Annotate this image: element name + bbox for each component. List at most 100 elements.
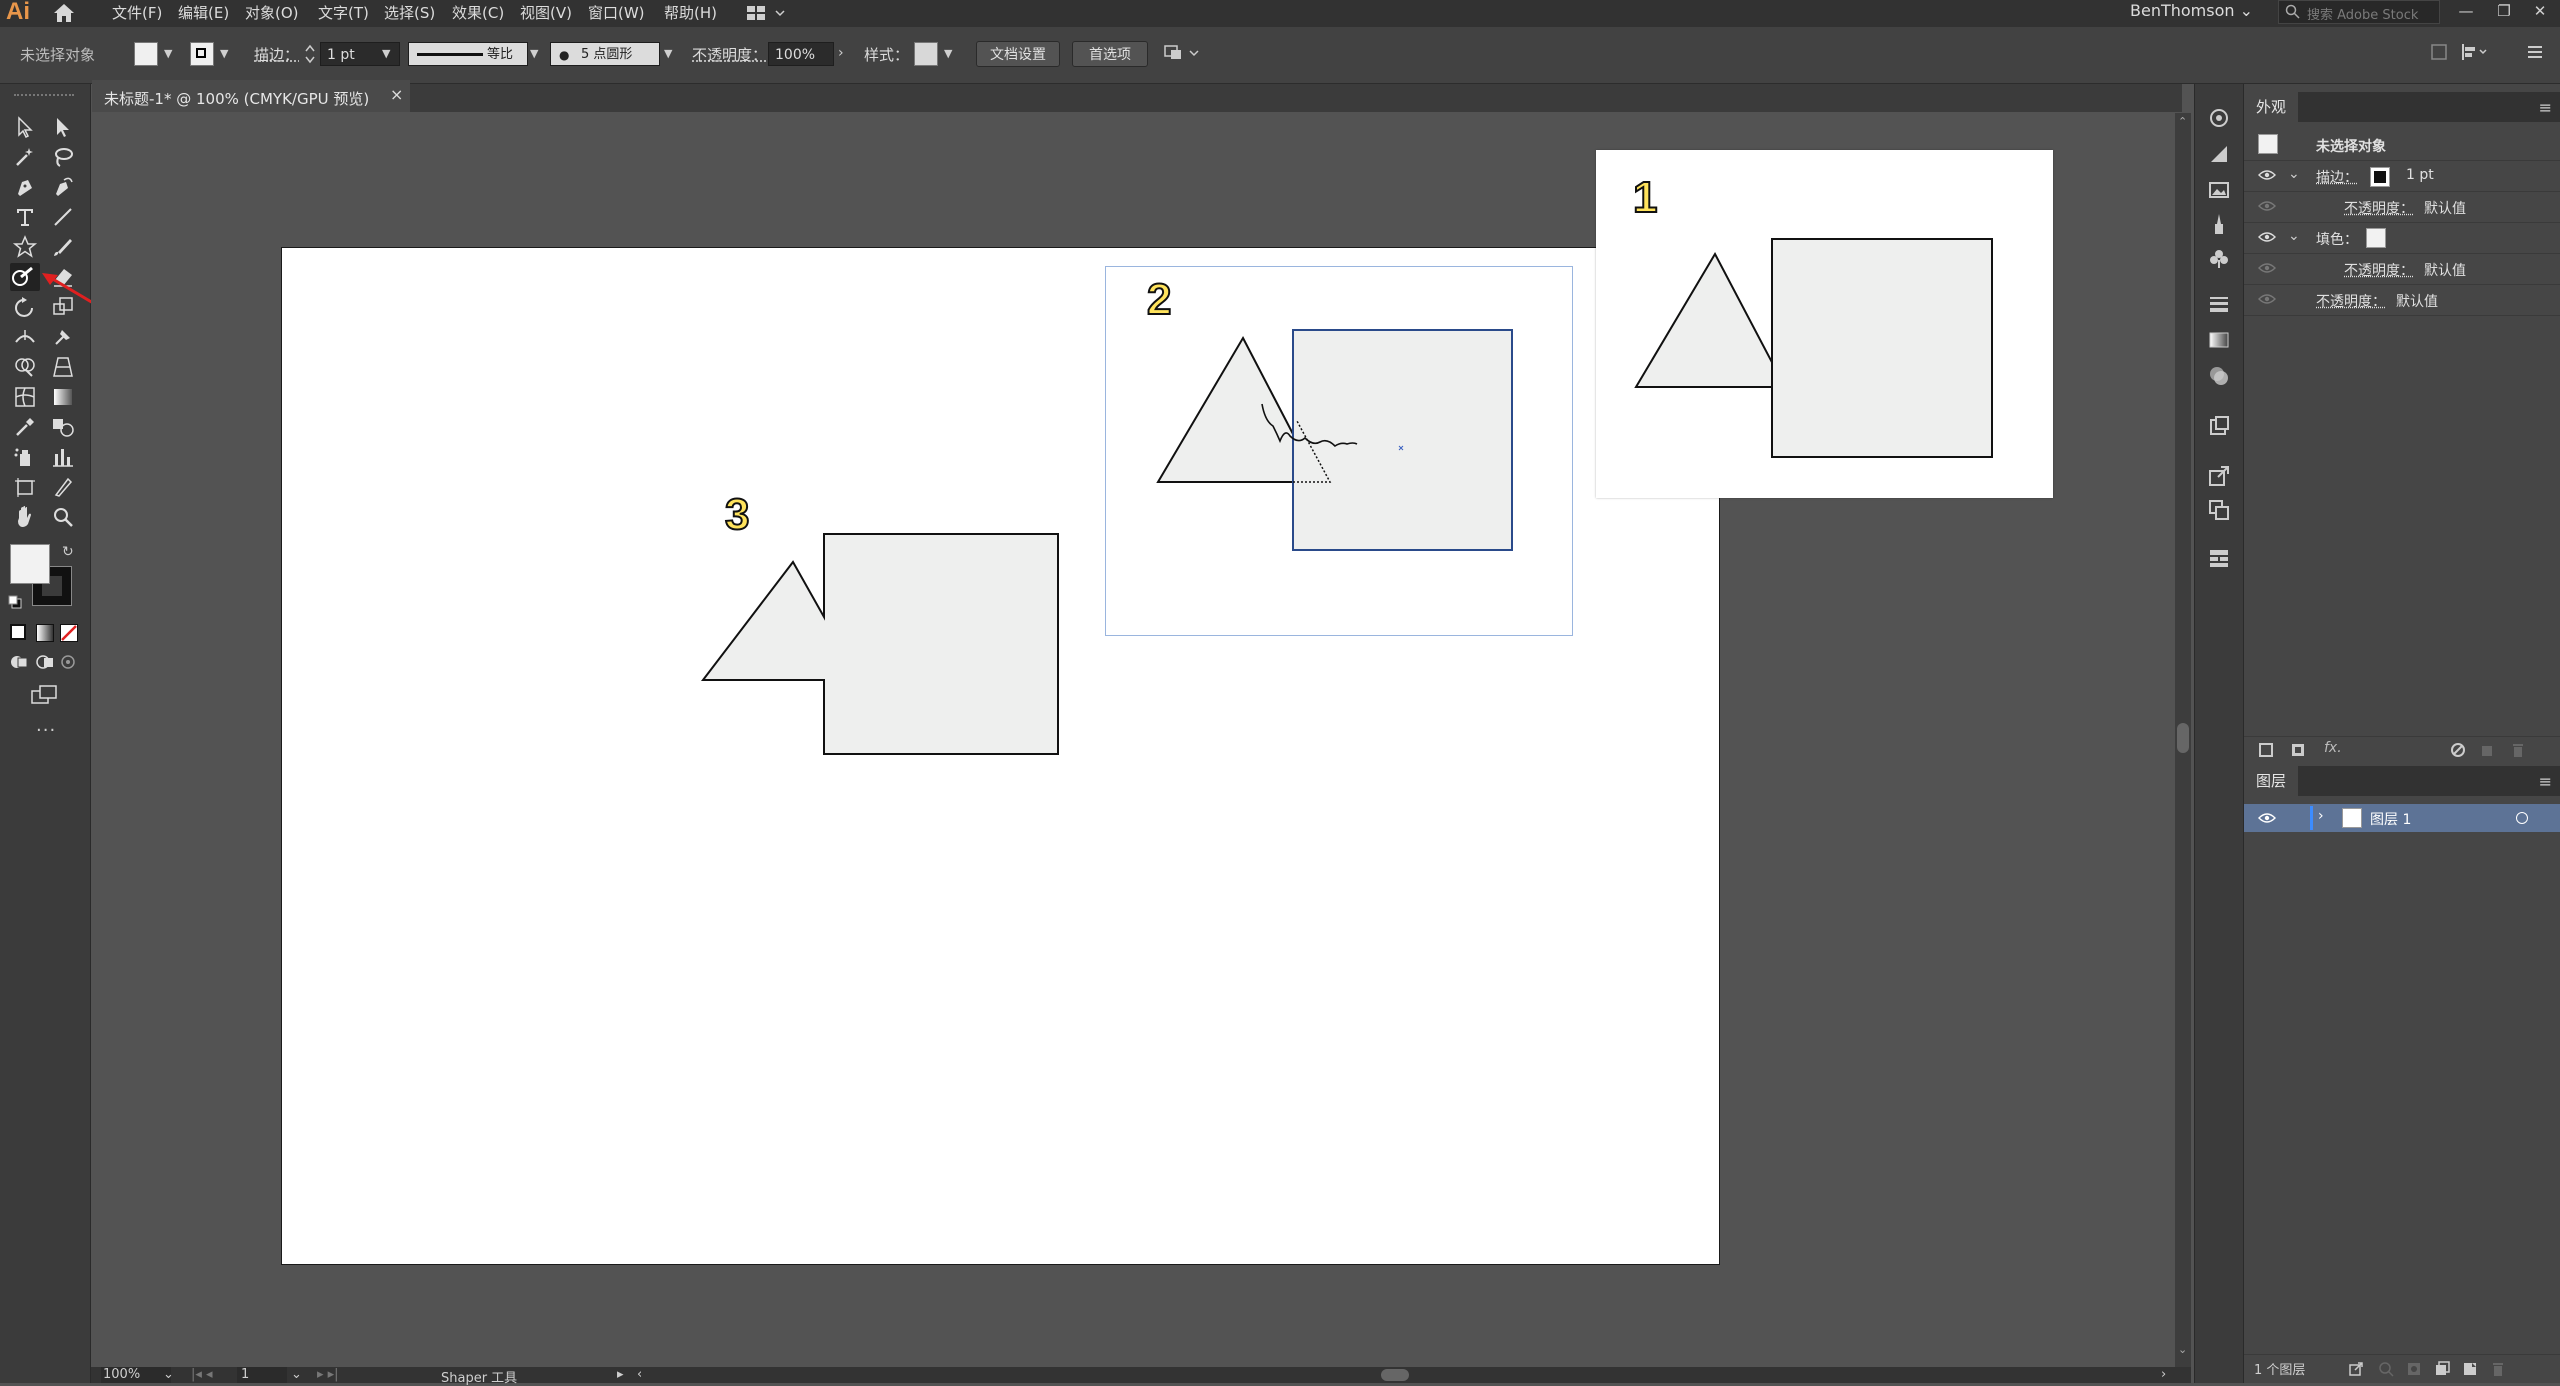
asset-export-icon[interactable] — [2207, 414, 2231, 438]
original-shapes-1[interactable] — [1596, 150, 2056, 500]
brush-dropdown-icon[interactable]: ▼ — [664, 47, 672, 60]
fill-swatch[interactable] — [134, 42, 158, 66]
symbol-sprayer-tool-icon[interactable] — [12, 444, 42, 472]
stroke-opacity-label[interactable]: 不透明度： — [2344, 198, 2414, 218]
next-artboard-icon[interactable]: ▸ ▸| — [317, 1367, 339, 1382]
menu-edit[interactable]: 编辑(E) — [178, 2, 229, 23]
appearance-object-opacity-row[interactable]: 不透明度： 默认值 — [2244, 285, 2560, 316]
puppet-warp-tool-icon[interactable] — [50, 324, 80, 352]
delete-layer-icon[interactable] — [2490, 1361, 2508, 1379]
stroke-row-swatch[interactable] — [2370, 167, 2390, 187]
home-icon[interactable] — [52, 2, 76, 28]
stroke-stepper-icon[interactable] — [304, 41, 316, 71]
gradient-panel-icon[interactable] — [2207, 328, 2231, 352]
width-tool-icon[interactable] — [12, 324, 42, 352]
fill-visibility-eye-icon[interactable] — [2258, 231, 2276, 243]
transparency-icon[interactable] — [2207, 364, 2231, 388]
edit-toolbar-icon[interactable]: ··· — [36, 720, 56, 741]
object-opacity-label[interactable]: 不透明度： — [2316, 291, 2386, 311]
menu-help[interactable]: 帮助(H) — [664, 2, 717, 23]
column-graph-tool-icon[interactable] — [50, 444, 80, 472]
draw-inside-icon[interactable] — [60, 654, 78, 674]
fill-row-swatch[interactable] — [2366, 228, 2386, 248]
toolbar-grip[interactable] — [14, 94, 74, 100]
shaper-tool-icon[interactable] — [10, 263, 40, 291]
gradient-tool-icon[interactable] — [50, 384, 80, 412]
pen-tool-icon[interactable] — [12, 174, 42, 202]
fill-opacity-label[interactable]: 不透明度： — [2344, 260, 2414, 280]
vertical-scroll-thumb[interactable] — [2177, 723, 2189, 753]
stroke-profile-field[interactable]: 等比 — [408, 42, 528, 66]
appearance-fill-opacity-row[interactable]: 不透明度： 默认值 — [2244, 254, 2560, 285]
scroll-right-icon[interactable]: › — [2161, 1367, 2166, 1382]
status-menu-icon[interactable]: ▸ — [617, 1367, 624, 1382]
default-colors-icon[interactable] — [8, 594, 22, 613]
brushes-icon[interactable] — [2207, 212, 2231, 236]
create-sublayer-icon[interactable] — [2434, 1361, 2452, 1379]
vertical-scrollbar[interactable]: ⌃ ⌄ — [2175, 113, 2191, 1368]
stroke-row-label[interactable]: 描边： — [2316, 167, 2358, 187]
mesh-tool-icon[interactable] — [12, 384, 42, 412]
appearance-menu-icon[interactable]: ≡ — [2539, 98, 2552, 117]
draw-behind-icon[interactable] — [36, 654, 54, 674]
zoom-dropdown-icon[interactable]: ⌄ — [163, 1367, 174, 1382]
shaper-drawing-2[interactable] — [1105, 266, 1575, 636]
stroke-twisty-icon[interactable]: ⌄ — [2288, 166, 2300, 182]
menu-view[interactable]: 视图(V) — [520, 2, 572, 23]
hand-tool-icon[interactable] — [12, 504, 42, 532]
slice-tool-icon[interactable] — [50, 474, 80, 502]
type-tool-icon[interactable] — [12, 204, 42, 232]
preferences-button[interactable]: 首选项 — [1072, 41, 1148, 67]
horizontal-scroll-thumb[interactable] — [1381, 1369, 1409, 1381]
document-tab[interactable]: 未标题-1* @ 100% (CMYK/GPU 预览) × — [92, 80, 410, 112]
fill-opacity-eye-icon[interactable] — [2258, 262, 2276, 274]
stroke-opacity-eye-icon[interactable] — [2258, 200, 2276, 212]
arrange-documents-icon[interactable] — [1164, 43, 1204, 67]
star-tool-icon[interactable] — [12, 234, 42, 262]
stroke-profile-dropdown-icon[interactable]: ▼ — [530, 47, 538, 60]
blend-tool-icon[interactable] — [50, 414, 80, 442]
layers-menu-icon[interactable]: ≡ — [2539, 772, 2552, 791]
first-artboard-icon[interactable]: |◂ ◂ — [191, 1367, 213, 1382]
layer-expand-icon[interactable]: › — [2318, 808, 2324, 824]
stroke-dropdown-icon[interactable]: ▼ — [220, 47, 228, 60]
add-new-fill-icon[interactable] — [2290, 742, 2308, 760]
opacity-field[interactable]: 100% — [768, 42, 834, 66]
layer-name[interactable]: 图层 1 — [2370, 809, 2411, 829]
stock-search-input[interactable]: 搜索 Adobe Stock — [2278, 0, 2440, 24]
symbols-icon[interactable] — [2207, 246, 2231, 270]
libraries-icon[interactable] — [2207, 546, 2231, 570]
add-new-effect-icon[interactable]: fx. — [2324, 740, 2342, 758]
appearance-stroke-opacity-row[interactable]: 不透明度： 默认值 — [2244, 192, 2560, 223]
panel-toggle-icon[interactable] — [2430, 43, 2448, 65]
zoom-tool-icon[interactable] — [50, 504, 80, 532]
minimize-button[interactable]: — — [2456, 2, 2476, 20]
draw-normal-icon[interactable] — [10, 654, 28, 674]
clear-appearance-icon[interactable] — [2450, 742, 2468, 760]
make-clipping-mask-icon[interactable] — [2406, 1361, 2424, 1379]
screen-mode-icon[interactable] — [30, 684, 58, 710]
stroke-panel-icon[interactable] — [2207, 292, 2231, 316]
object-opacity-eye-icon[interactable] — [2258, 293, 2276, 305]
stroke-label[interactable]: 描边： — [254, 44, 299, 65]
menu-file[interactable]: 文件(F) — [112, 2, 162, 23]
artboard-number-field[interactable]: 1 — [237, 1367, 287, 1383]
layer-row[interactable]: › 图层 1 — [2244, 804, 2560, 832]
document-setup-button[interactable]: 文档设置 — [976, 41, 1060, 67]
duplicate-item-icon[interactable] — [2480, 742, 2498, 760]
stroke-weight-dropdown-icon[interactable]: ▼ — [382, 47, 390, 60]
restore-button[interactable]: ❐ — [2494, 2, 2514, 20]
stroke-swatch[interactable] — [190, 42, 214, 66]
image-trace-icon[interactable] — [2207, 178, 2231, 202]
collect-export-icon[interactable] — [2348, 1361, 2366, 1379]
scroll-left-icon[interactable]: ‹ — [637, 1367, 642, 1382]
scroll-up-icon[interactable]: ⌃ — [2178, 115, 2187, 128]
menu-object[interactable]: 对象(O) — [245, 2, 299, 23]
rotate-tool-icon[interactable] — [12, 294, 42, 322]
gradient-mode-icon[interactable] — [36, 624, 54, 642]
appearance-tab[interactable]: 外观 — [2244, 92, 2298, 122]
zoom-field[interactable]: 100% — [101, 1367, 171, 1383]
menu-window[interactable]: 窗口(W) — [588, 2, 645, 23]
opacity-expand-icon[interactable]: › — [838, 45, 844, 61]
appearance-stroke-row[interactable]: ⌄ 描边： 1 pt — [2244, 161, 2560, 192]
